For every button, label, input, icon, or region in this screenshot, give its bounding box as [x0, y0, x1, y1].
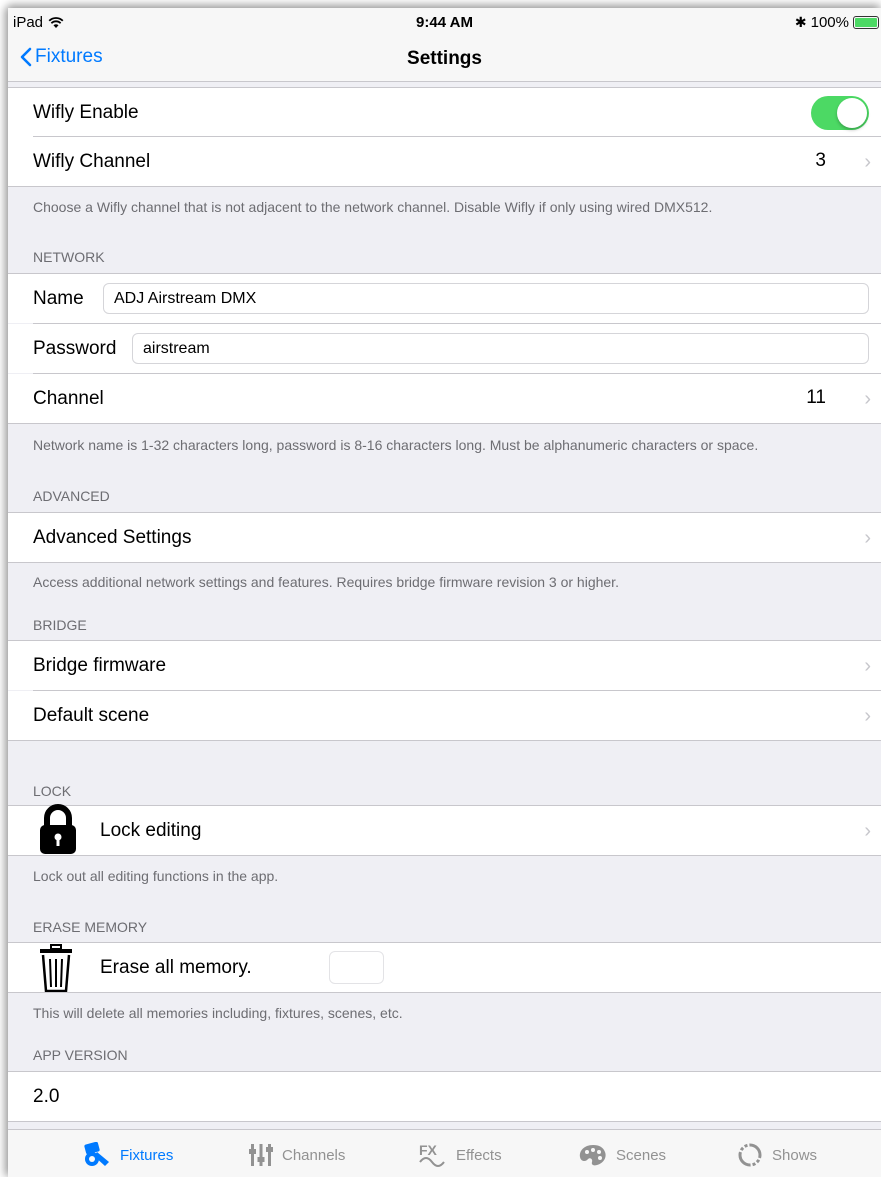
status-right: ✱ 100%	[795, 14, 879, 31]
fixtures-icon	[84, 1142, 109, 1166]
network-header: NETWORK	[33, 249, 105, 265]
lock-editing-row[interactable]: Lock editing ›	[8, 804, 881, 855]
tab-effects[interactable]: FX Effects	[418, 1142, 502, 1168]
tab-shows-label: Shows	[772, 1146, 818, 1164]
wifly-channel-row[interactable]: Wifly Channel 3 ›	[8, 137, 881, 186]
lock-icon	[40, 804, 76, 854]
advanced-settings-row[interactable]: Advanced Settings ›	[8, 513, 881, 562]
wifly-enable-toggle[interactable]	[811, 96, 869, 130]
lock-footer: Lock out all editing functions in the ap…	[33, 868, 279, 884]
network-name-row: Name ADJ Airstream DMX	[8, 274, 881, 323]
scenes-icon	[579, 1145, 606, 1166]
network-footer: Network name is 1-32 characters long, pa…	[33, 437, 759, 453]
erase-memory-button[interactable]	[329, 951, 384, 984]
tab-shows[interactable]: Shows	[736, 1142, 817, 1168]
tab-fixtures[interactable]: Fixtures	[82, 1142, 173, 1168]
wifly-channel-value: 3	[815, 150, 826, 171]
advanced-settings-label: Advanced Settings	[33, 526, 192, 548]
wifly-enable-row: Wifly Enable	[8, 88, 881, 137]
channels-icon	[249, 1144, 273, 1166]
erase-footer: This will delete all memories including,…	[33, 1005, 403, 1021]
tab-channels[interactable]: Channels	[248, 1142, 345, 1168]
network-password-field[interactable]: airstream	[132, 333, 869, 364]
bridge-firmware-label: Bridge firmware	[33, 654, 167, 676]
svg-text:FX: FX	[419, 1142, 438, 1158]
chevron-right-icon: ›	[864, 151, 871, 173]
tab-scenes-label: Scenes	[616, 1146, 667, 1164]
tab-scenes[interactable]: Scenes	[578, 1142, 666, 1168]
page-title: Settings	[407, 48, 482, 69]
divider	[8, 855, 881, 856]
network-channel-row[interactable]: Channel 11 ›	[8, 374, 881, 423]
tab-fixtures-label: Fixtures	[120, 1146, 174, 1164]
device-screen: iPad 9:44 AM ✱ 100% Fixtures Settings Wi	[8, 8, 881, 1177]
advanced-footer: Access additional network settings and f…	[33, 574, 619, 590]
divider	[8, 992, 881, 993]
tab-bar: Fixtures Channels FX Effects Scenes Show…	[8, 1129, 881, 1177]
divider	[8, 740, 881, 741]
network-name-label: Name	[33, 287, 84, 309]
erase-header: ERASE MEMORY	[33, 919, 148, 935]
network-password-row: Password airstream	[8, 324, 881, 373]
battery-percent: 100%	[810, 14, 849, 31]
app-version-value: 2.0	[33, 1085, 60, 1107]
bluetooth-icon: ✱	[794, 14, 807, 30]
app-version-header: APP VERSION	[33, 1047, 128, 1063]
tab-effects-label: Effects	[456, 1146, 502, 1164]
default-scene-label: Default scene	[33, 704, 150, 726]
chevron-right-icon: ›	[864, 527, 871, 549]
bridge-header: BRIDGE	[33, 617, 87, 633]
wifly-channel-label: Wifly Channel	[33, 150, 151, 172]
tab-channels-label: Channels	[282, 1146, 346, 1164]
divider	[8, 1121, 881, 1122]
divider	[8, 186, 881, 187]
navigation-bar: Fixtures Settings	[8, 36, 881, 82]
wifly-footer: Choose a Wifly channel that is not adjac…	[33, 199, 713, 215]
chevron-right-icon: ›	[864, 820, 871, 842]
network-channel-label: Channel	[33, 387, 104, 409]
lock-header: LOCK	[33, 783, 72, 799]
erase-memory-row: Erase all memory.	[8, 943, 881, 993]
chevron-right-icon: ›	[864, 705, 871, 727]
battery-icon	[853, 16, 879, 29]
divider	[8, 562, 881, 563]
advanced-header: ADVANCED	[33, 488, 110, 504]
chevron-right-icon: ›	[864, 655, 871, 677]
divider	[8, 423, 881, 424]
wifly-enable-label: Wifly Enable	[33, 101, 139, 123]
shows-icon	[738, 1143, 762, 1167]
network-password-label: Password	[33, 337, 117, 359]
app-version-row: 2.0	[8, 1072, 881, 1121]
trash-icon	[40, 944, 72, 993]
chevron-right-icon: ›	[864, 388, 871, 410]
default-scene-row[interactable]: Default scene ›	[8, 691, 881, 740]
status-time: 9:44 AM	[416, 14, 473, 31]
status-bar: iPad 9:44 AM ✱ 100%	[8, 8, 881, 36]
toggle-knob	[837, 98, 867, 128]
effects-icon: FX	[419, 1142, 445, 1167]
network-channel-value: 11	[806, 387, 826, 408]
bridge-firmware-row[interactable]: Bridge firmware ›	[8, 641, 881, 690]
network-name-field[interactable]: ADJ Airstream DMX	[103, 283, 869, 314]
